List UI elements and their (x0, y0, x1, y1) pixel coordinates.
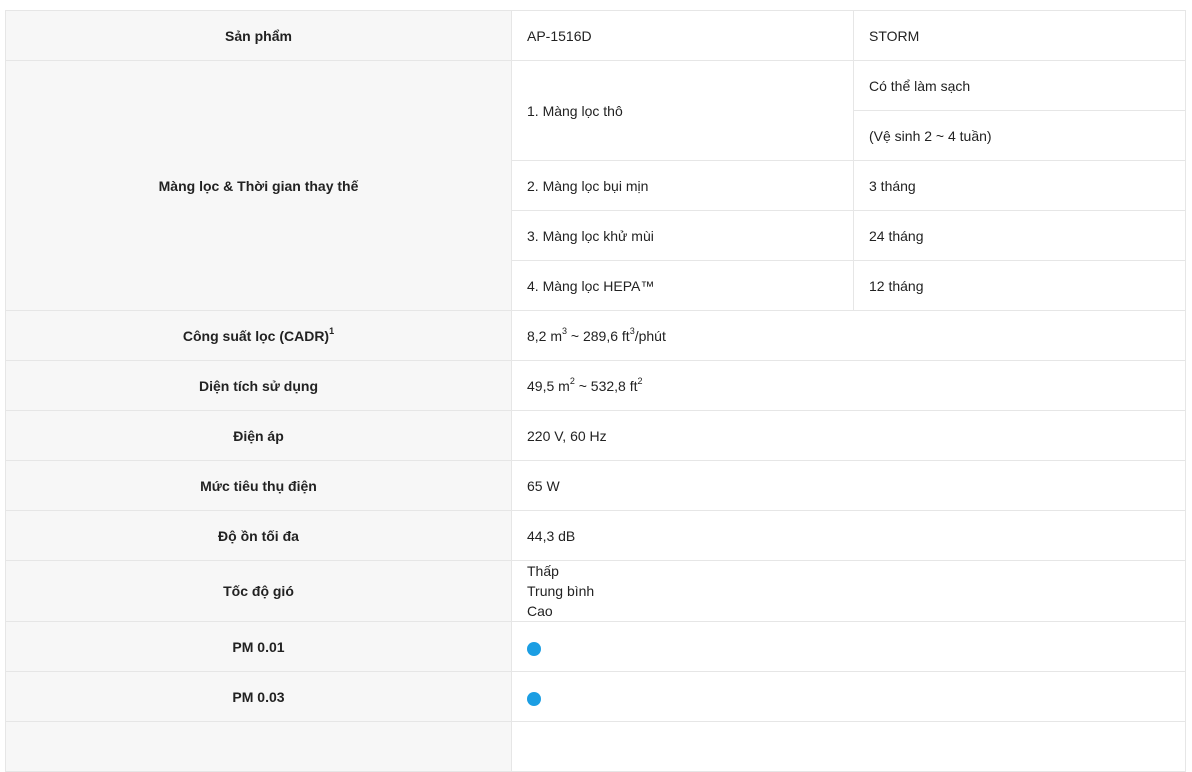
pm001-value (511, 621, 1186, 672)
product-name: STORM (853, 10, 1186, 61)
row-label-fan-speed: Tốc độ gió (5, 560, 512, 622)
filter-name-4: 4. Màng lọc HEPA™ (511, 260, 854, 311)
area-value-b: ~ 532,8 ft (574, 377, 638, 394)
cadr-value-c: /phút (634, 327, 666, 344)
pm001-check-dot-icon (527, 642, 541, 657)
filter-time-1a: Có thể làm sạch (853, 60, 1186, 111)
filter-time-4: 12 tháng (853, 260, 1186, 311)
fan-speed-medium: Trung bình (527, 583, 595, 599)
row-label-voltage: Điện áp (5, 410, 512, 461)
table-row-noise: Độ ồn tối đa 44,3 dB (5, 510, 1186, 561)
cadr-footnote-sup: 1 (329, 325, 335, 336)
fan-speed-low: Thấp (527, 563, 559, 579)
cadr-value-a-sup: 3 (562, 325, 568, 336)
table-row-filter-1: Màng lọc & Thời gian thay thế 1. Màng lọ… (5, 60, 1186, 311)
spec-table: Sản phẩm AP-1516D STORM Màng lọc & Thời … (5, 10, 1186, 772)
table-row-area: Diện tích sử dụng 49,5 m2 ~ 532,8 ft2 (5, 360, 1186, 411)
table-row-product: Sản phẩm AP-1516D STORM (5, 10, 1186, 61)
row-label-filters: Màng lọc & Thời gian thay thế (5, 60, 512, 311)
area-value-a: 49,5 m (527, 377, 570, 394)
row-label-cadr: Công suất lọc (CADR)1 (5, 310, 512, 361)
area-value: 49,5 m2 ~ 532,8 ft2 (511, 360, 1186, 411)
pm003-value (511, 671, 1186, 722)
cadr-value-b-sup: 3 (629, 325, 635, 336)
area-value-b-sup: 2 (637, 375, 643, 386)
cadr-label-text: Công suất lọc (CADR) (182, 327, 330, 344)
area-value-a-sup: 2 (569, 375, 575, 386)
row-label-pm001: PM 0.01 (5, 621, 512, 672)
table-row-power: Mức tiêu thụ điện 65 W (5, 460, 1186, 511)
noise-value: 44,3 dB (511, 510, 1186, 561)
filter-name-3: 3. Màng lọc khử mùi (511, 210, 854, 261)
product-model: AP-1516D (511, 10, 854, 61)
voltage-value: 220 V, 60 Hz (511, 410, 1186, 461)
fan-speed-values: Thấp Trung bình Cao (511, 560, 1186, 622)
table-row-partial (5, 721, 1186, 772)
row-label-partial (5, 721, 512, 772)
filter-time-3: 24 tháng (853, 210, 1186, 261)
power-value: 65 W (511, 460, 1186, 511)
filter-name-1: 1. Màng lọc thô (511, 60, 854, 161)
table-row-cadr: Công suất lọc (CADR)1 8,2 m3 ~ 289,6 ft3… (5, 310, 1186, 361)
row-label-pm003: PM 0.03 (5, 671, 512, 722)
filter-time-1b: (Vệ sinh 2 ~ 4 tuần) (853, 110, 1186, 161)
table-row-pm001: PM 0.01 (5, 621, 1186, 672)
table-row-pm003: PM 0.03 (5, 671, 1186, 722)
spec-table-container: Sản phẩm AP-1516D STORM Màng lọc & Thời … (5, 10, 1186, 772)
partial-value (511, 721, 1186, 772)
cadr-value-b: ~ 289,6 ft (567, 327, 630, 344)
table-row-fan-speed: Tốc độ gió Thấp Trung bình Cao (5, 560, 1186, 622)
fan-speed-high: Cao (527, 603, 553, 619)
row-label-power: Mức tiêu thụ điện (5, 460, 512, 511)
row-label-area: Diện tích sử dụng (5, 360, 512, 411)
row-label-noise: Độ ồn tối đa (5, 510, 512, 561)
row-label-product: Sản phẩm (5, 10, 512, 61)
filter-name-2: 2. Màng lọc bụi mịn (511, 160, 854, 211)
table-row-voltage: Điện áp 220 V, 60 Hz (5, 410, 1186, 461)
cadr-value: 8,2 m3 ~ 289,6 ft3/phút (511, 310, 1186, 361)
cadr-value-a: 8,2 m (527, 327, 563, 344)
pm003-check-dot-icon (527, 692, 541, 707)
filter-time-2: 3 tháng (853, 160, 1186, 211)
